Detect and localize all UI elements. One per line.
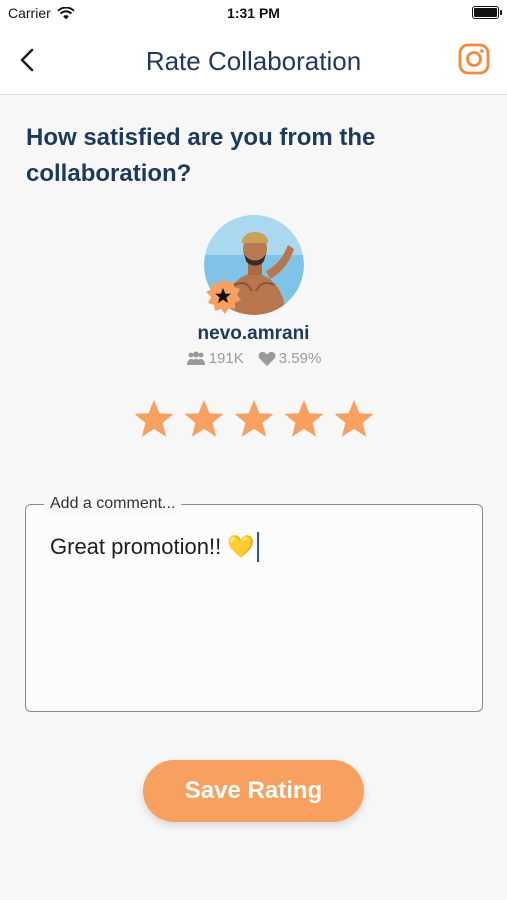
comment-input-value[interactable]: Great promotion!! 💛	[50, 532, 259, 562]
star-1-icon[interactable]	[133, 398, 175, 440]
comment-label: Add a comment...	[44, 495, 182, 513]
comment-text: Great promotion!!	[50, 534, 222, 559]
yellow-heart-emoji: 💛	[227, 534, 255, 559]
navigation-bar: Rate Collaboration	[0, 28, 507, 95]
followers-icon	[186, 351, 205, 365]
text-cursor	[256, 532, 259, 562]
heart-icon	[258, 351, 276, 366]
status-bar: Carrier 1:31 PM	[0, 0, 507, 28]
followers-stat: 191K	[186, 350, 244, 367]
status-time: 1:31 PM	[227, 5, 280, 21]
star-rating[interactable]	[133, 398, 375, 440]
star-badge-icon	[206, 278, 241, 314]
page-title: Rate Collaboration	[145, 46, 362, 76]
star-5-icon[interactable]	[333, 398, 375, 440]
battery-icon	[472, 6, 502, 19]
star-2-icon[interactable]	[183, 398, 225, 440]
star-3-icon[interactable]	[233, 398, 275, 440]
profile-avatar-container	[204, 215, 304, 315]
engagement-rate: 3.59%	[278, 350, 322, 367]
star-4-icon[interactable]	[283, 398, 325, 440]
instagram-icon[interactable]	[457, 42, 491, 76]
profile-stats: 191K 3.59%	[0, 350, 507, 367]
save-rating-button[interactable]: Save Rating	[143, 760, 364, 822]
rating-question: How satisfied are you from the collabora…	[26, 124, 376, 187]
influencer-username: nevo.amrani	[197, 323, 310, 344]
engagement-stat: 3.59%	[258, 350, 322, 367]
followers-count: 191K	[208, 350, 244, 367]
